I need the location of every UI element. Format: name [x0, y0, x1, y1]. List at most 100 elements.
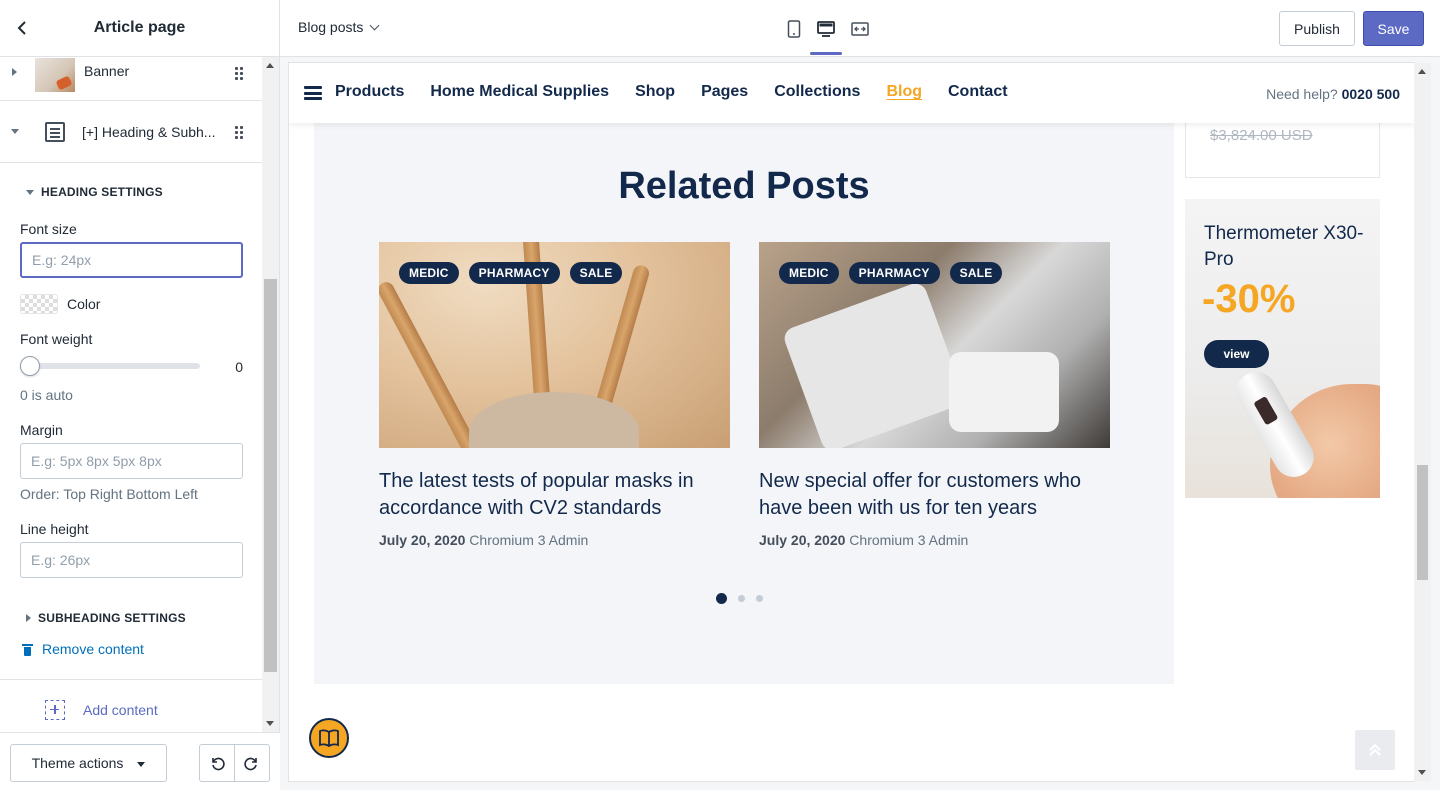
desktop-view-icon[interactable]: [814, 17, 838, 41]
post-title[interactable]: The latest tests of popular masks in acc…: [379, 468, 730, 522]
nav-home-medical-supplies[interactable]: Home Medical Supplies: [430, 83, 609, 101]
related-posts-title: Related Posts: [618, 165, 870, 207]
book-icon[interactable]: [309, 718, 349, 758]
heading-settings-toggle[interactable]: HEADING SETTINGS: [26, 185, 163, 199]
banner-thumbnail: [35, 57, 75, 92]
post-meta: July 20, 2020 Chromium 3 Admin: [759, 532, 1110, 548]
back-chevron-icon[interactable]: [12, 18, 32, 38]
nav-shop[interactable]: Shop: [635, 83, 675, 101]
tag-badge[interactable]: MEDIC: [779, 262, 839, 284]
redo-button[interactable]: [235, 745, 270, 781]
undo-icon: [211, 757, 225, 771]
undo-redo-group: [199, 744, 270, 782]
promo-banner[interactable]: Thermometer X30-Pro -30% view: [1185, 199, 1380, 498]
old-price: $3,824.00 USD: [1210, 127, 1313, 144]
help-phone[interactable]: 0020 500: [1342, 86, 1400, 102]
margin-label: Margin: [20, 422, 63, 438]
fullscreen-view-icon[interactable]: [848, 17, 872, 41]
post-meta: July 20, 2020 Chromium 3 Admin: [379, 532, 730, 548]
expand-arrow-icon[interactable]: [12, 67, 17, 76]
font-weight-slider-handle[interactable]: [20, 356, 40, 376]
nav-blog[interactable]: Blog: [886, 83, 922, 101]
tag-badge[interactable]: PHARMACY: [848, 262, 940, 284]
font-size-input[interactable]: [20, 242, 243, 278]
store-preview: Products Home Medical Supplies Shop Page…: [289, 63, 1414, 781]
color-label: Color: [67, 296, 101, 312]
carousel-dot[interactable]: [756, 595, 763, 602]
section-row-banner[interactable]: Banner: [0, 57, 263, 101]
font-size-label: Font size: [20, 221, 77, 237]
nav-pages[interactable]: Pages: [701, 83, 748, 101]
post-date: July 20, 2020: [759, 532, 846, 548]
tag-badge[interactable]: SALE: [569, 262, 623, 284]
remove-content-link[interactable]: Remove content: [22, 641, 144, 657]
add-content-button[interactable]: Add content: [0, 679, 263, 732]
promo-discount: -30%: [1202, 277, 1296, 321]
editor-title: Article page: [93, 19, 186, 36]
drag-handle-icon[interactable]: [235, 126, 243, 139]
post-card[interactable]: MEDIC PHARMACY SALE New special offer fo…: [759, 242, 1110, 548]
tag-badge[interactable]: PHARMACY: [468, 262, 560, 284]
section-row-heading[interactable]: [+] Heading & Subh...: [0, 101, 263, 163]
promo-view-button[interactable]: view: [1204, 340, 1269, 368]
editor-sidebar: Article page Banner [+] Heading & Subh..…: [0, 0, 280, 790]
scroll-down-arrow-icon[interactable]: [1418, 770, 1426, 775]
trash-icon: [22, 643, 33, 656]
nav-links: Products Home Medical Supplies Shop Page…: [335, 83, 1008, 101]
nav-contact[interactable]: Contact: [948, 83, 1008, 101]
preview-scrollbar-thumb[interactable]: [1417, 465, 1428, 580]
post-title[interactable]: New special offer for customers who have…: [759, 468, 1110, 522]
drag-handle-icon[interactable]: [235, 67, 243, 80]
collapse-arrow-icon[interactable]: [11, 129, 19, 134]
font-weight-value: 0: [235, 359, 243, 375]
scroll-up-arrow-icon[interactable]: [266, 63, 274, 68]
scroll-up-arrow-icon[interactable]: [1418, 69, 1426, 74]
editor-scrollbar[interactable]: [262, 57, 279, 732]
back-to-top-icon[interactable]: [1355, 730, 1395, 770]
caret-down-icon: [137, 762, 146, 767]
help-contact: Need help? 0020 500: [1266, 86, 1400, 102]
color-picker[interactable]: Color: [20, 294, 100, 314]
post-image[interactable]: MEDIC PHARMACY SALE: [759, 242, 1110, 448]
redo-icon: [244, 757, 257, 771]
text-block-icon: [45, 121, 65, 142]
carousel-dot[interactable]: [738, 595, 745, 602]
menu-icon[interactable]: [304, 86, 322, 100]
scroll-down-arrow-icon[interactable]: [266, 721, 274, 726]
font-weight-slider-track[interactable]: [30, 363, 200, 369]
margin-hint: Order: Top Right Bottom Left: [20, 486, 198, 502]
save-button[interactable]: Save: [1363, 11, 1424, 46]
tag-badge[interactable]: SALE: [949, 262, 1003, 284]
post-author: Chromium 3 Admin: [849, 532, 969, 548]
publish-button[interactable]: Publish: [1279, 11, 1355, 46]
store-navbar: Products Home Medical Supplies Shop Page…: [289, 63, 1414, 123]
margin-input[interactable]: [20, 443, 243, 479]
product-price-box: $3,824.00 USD: [1185, 123, 1380, 178]
editor-scroll-area: Banner [+] Heading & Subh... HEADING SET…: [0, 57, 263, 732]
font-weight-label: Font weight: [20, 331, 93, 347]
editor-scrollbar-thumb[interactable]: [264, 279, 277, 672]
nav-products[interactable]: Products: [335, 83, 404, 101]
editor-topbar: Blog posts Publish Save: [280, 0, 1440, 57]
subheading-settings-toggle[interactable]: SUBHEADING SETTINGS: [26, 611, 186, 625]
post-tags: MEDIC PHARMACY SALE: [399, 262, 623, 284]
preview-scrollbar[interactable]: [1414, 63, 1431, 781]
carousel-dots: [716, 593, 763, 604]
post-card[interactable]: MEDIC PHARMACY SALE The latest tests of …: [379, 242, 730, 548]
line-height-input[interactable]: [20, 542, 243, 578]
post-image[interactable]: MEDIC PHARMACY SALE: [379, 242, 730, 448]
collapse-arrow-icon: [26, 189, 34, 195]
font-weight-hint: 0 is auto: [20, 387, 73, 403]
editor-header: Article page: [0, 0, 279, 57]
theme-actions-button[interactable]: Theme actions: [10, 744, 167, 782]
color-swatch[interactable]: [20, 294, 58, 314]
tag-badge[interactable]: MEDIC: [399, 262, 459, 284]
nav-collections[interactable]: Collections: [774, 83, 860, 101]
undo-button[interactable]: [200, 745, 235, 781]
editor-footer: Theme actions: [0, 732, 280, 790]
page-selector[interactable]: Blog posts: [298, 19, 380, 35]
line-height-label: Line height: [20, 521, 89, 537]
carousel-dot-active[interactable]: [716, 593, 727, 604]
post-tags: MEDIC PHARMACY SALE: [779, 262, 1003, 284]
mobile-view-icon[interactable]: [782, 17, 806, 41]
